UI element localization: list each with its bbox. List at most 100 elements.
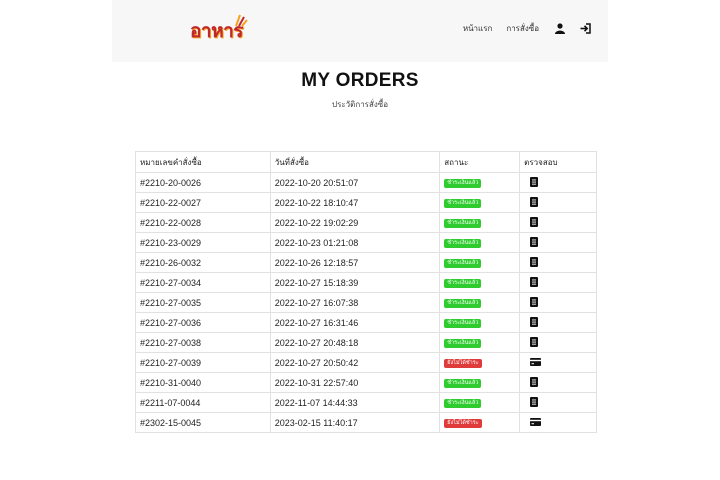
order-check-cell bbox=[519, 172, 597, 193]
receipt-icon[interactable] bbox=[530, 396, 539, 407]
status-badge: ชำระเงินแล้ว bbox=[444, 198, 482, 208]
status-badge: ชำระเงินแล้ว bbox=[444, 258, 482, 268]
nav-link-home[interactable]: หน้าแรก bbox=[463, 22, 493, 35]
order-check-cell bbox=[519, 232, 597, 253]
table-row: #2210-22-0028 2022-10-22 19:02:29 ชำระเงิน… bbox=[135, 212, 597, 233]
order-check-cell bbox=[519, 312, 597, 333]
user-icon[interactable] bbox=[553, 21, 567, 35]
order-status-cell: ชำระเงินแล้ว bbox=[439, 232, 521, 253]
order-date: 2022-10-27 20:48:18 bbox=[269, 332, 441, 353]
status-badge: ชำระเงินแล้ว bbox=[444, 378, 482, 388]
order-number: #2210-27-0034 bbox=[135, 272, 271, 293]
receipt-icon[interactable] bbox=[530, 196, 539, 207]
header-status: สถานะ bbox=[439, 151, 521, 173]
receipt-icon[interactable] bbox=[530, 376, 539, 387]
table-row: #2211-07-0044 2022-11-07 14:44:33 ชำระเงิน… bbox=[135, 392, 597, 413]
order-status-cell: ชำระเงินแล้ว bbox=[439, 272, 521, 293]
receipt-icon[interactable] bbox=[530, 316, 539, 327]
order-status-cell: ชำระเงินแล้ว bbox=[439, 212, 521, 233]
order-number: #2210-27-0039 bbox=[135, 352, 271, 373]
order-date: 2022-10-27 20:50:42 bbox=[269, 352, 441, 373]
order-number: #2210-20-0026 bbox=[135, 172, 271, 193]
order-status-cell: ชำระเงินแล้ว bbox=[439, 372, 521, 393]
order-date: 2022-10-26 12:18:57 bbox=[269, 252, 441, 273]
order-check-cell bbox=[519, 212, 597, 233]
table-row: #2210-27-0035 2022-10-27 16:07:38 ชำระเงิน… bbox=[135, 292, 597, 313]
logo-rays-icon bbox=[235, 14, 248, 27]
order-number: #2210-22-0028 bbox=[135, 212, 271, 233]
order-status-cell: ชำระเงินแล้ว bbox=[439, 292, 521, 313]
order-status-cell: ชำระเงินแล้ว bbox=[439, 192, 521, 213]
receipt-icon[interactable] bbox=[530, 276, 539, 287]
order-status-cell: ยังไม่ได้ชำระ bbox=[439, 352, 521, 373]
receipt-icon[interactable] bbox=[530, 336, 539, 347]
credit-card-icon[interactable] bbox=[530, 417, 542, 426]
order-number: #2210-23-0029 bbox=[135, 232, 271, 253]
status-badge: ชำระเงินแล้ว bbox=[444, 218, 482, 228]
order-check-cell bbox=[519, 252, 597, 273]
receipt-icon[interactable] bbox=[530, 236, 539, 247]
header-order-date: วันที่สั่งซื้อ bbox=[269, 151, 441, 173]
table-row: #2210-27-0038 2022-10-27 20:48:18 ชำระเงิน… bbox=[135, 332, 597, 353]
receipt-icon[interactable] bbox=[530, 296, 539, 307]
table-row: #2210-20-0026 2022-10-20 20:51:07 ชำระเงิน… bbox=[135, 172, 597, 193]
order-date: 2022-10-22 18:10:47 bbox=[269, 192, 441, 213]
receipt-icon[interactable] bbox=[530, 176, 539, 187]
order-number: #2211-07-0044 bbox=[135, 392, 271, 413]
orders-body: #2210-20-0026 2022-10-20 20:51:07 ชำระเงิน… bbox=[135, 172, 597, 433]
status-badge: ชำระเงินแล้ว bbox=[444, 318, 482, 328]
logo[interactable]: อาหาร bbox=[190, 14, 250, 44]
order-status-cell: ชำระเงินแล้ว bbox=[439, 252, 521, 273]
table-row: #2210-22-0027 2022-10-22 18:10:47 ชำระเงิน… bbox=[135, 192, 597, 213]
order-check-cell bbox=[519, 372, 597, 393]
nav-link-orders[interactable]: การสั่งซื้อ bbox=[506, 22, 539, 35]
credit-card-icon[interactable] bbox=[530, 357, 542, 366]
order-number: #2210-27-0035 bbox=[135, 292, 271, 313]
order-date: 2022-10-20 20:51:07 bbox=[269, 172, 441, 193]
status-badge: ยังไม่ได้ชำระ bbox=[444, 358, 482, 368]
status-badge: ชำระเงินแล้ว bbox=[444, 238, 482, 248]
order-check-cell bbox=[519, 332, 597, 353]
table-row: #2210-26-0032 2022-10-26 12:18:57 ชำระเงิน… bbox=[135, 252, 597, 273]
header-check: ตรวจสอบ bbox=[519, 151, 597, 173]
order-date: 2022-10-22 19:02:29 bbox=[269, 212, 441, 233]
order-status-cell: ยังไม่ได้ชำระ bbox=[439, 412, 521, 433]
page-title: MY ORDERS bbox=[301, 70, 419, 91]
receipt-icon[interactable] bbox=[530, 216, 539, 227]
receipt-icon[interactable] bbox=[530, 256, 539, 267]
status-badge: ยังไม่ได้ชำระ bbox=[444, 418, 482, 428]
orders-table: หมายเลขคำสั่งซื้อ วันที่สั่งซื้อ สถานะ ต… bbox=[135, 151, 597, 433]
order-check-cell bbox=[519, 352, 597, 373]
status-badge: ชำระเงินแล้ว bbox=[444, 178, 482, 188]
order-number: #2210-31-0040 bbox=[135, 372, 271, 393]
order-number: #2302-15-0045 bbox=[135, 412, 271, 433]
sign-in-icon[interactable] bbox=[578, 21, 592, 35]
order-status-cell: ชำระเงินแล้ว bbox=[439, 172, 521, 193]
page-subtitle: ประวัติการสั่งซื้อ bbox=[331, 100, 388, 109]
table-row: #2302-15-0045 2023-02-15 11:40:17 ยังไม่ได… bbox=[135, 412, 597, 433]
table-header-row: หมายเลขคำสั่งซื้อ วันที่สั่งซื้อ สถานะ ต… bbox=[135, 151, 597, 173]
order-date: 2022-10-27 16:31:46 bbox=[269, 312, 441, 333]
order-check-cell bbox=[519, 292, 597, 313]
order-number: #2210-27-0038 bbox=[135, 332, 271, 353]
table-row: #2210-27-0036 2022-10-27 16:31:46 ชำระเงิน… bbox=[135, 312, 597, 333]
status-badge: ชำระเงินแล้ว bbox=[444, 278, 482, 288]
order-check-cell bbox=[519, 412, 597, 433]
nav-links: หน้าแรก การสั่งซื้อ bbox=[463, 21, 592, 35]
status-badge: ชำระเงินแล้ว bbox=[444, 338, 482, 348]
order-date: 2023-02-15 11:40:17 bbox=[269, 412, 441, 433]
order-status-cell: ชำระเงินแล้ว bbox=[439, 312, 521, 333]
order-check-cell bbox=[519, 272, 597, 293]
order-number: #2210-27-0036 bbox=[135, 312, 271, 333]
order-number: #2210-26-0032 bbox=[135, 252, 271, 273]
order-date: 2022-11-07 14:44:33 bbox=[269, 392, 441, 413]
order-status-cell: ชำระเงินแล้ว bbox=[439, 332, 521, 353]
order-date: 2022-10-31 22:57:40 bbox=[269, 372, 441, 393]
table-row: #2210-31-0040 2022-10-31 22:57:40 ชำระเงิน… bbox=[135, 372, 597, 393]
order-check-cell bbox=[519, 192, 597, 213]
table-row: #2210-23-0029 2022-10-23 01:21:08 ชำระเงิน… bbox=[135, 232, 597, 253]
order-date: 2022-10-23 01:21:08 bbox=[269, 232, 441, 253]
status-badge: ชำระเงินแล้ว bbox=[444, 398, 482, 408]
order-number: #2210-22-0027 bbox=[135, 192, 271, 213]
table-row: #2210-27-0039 2022-10-27 20:50:42 ยังไม่ได… bbox=[135, 352, 597, 373]
